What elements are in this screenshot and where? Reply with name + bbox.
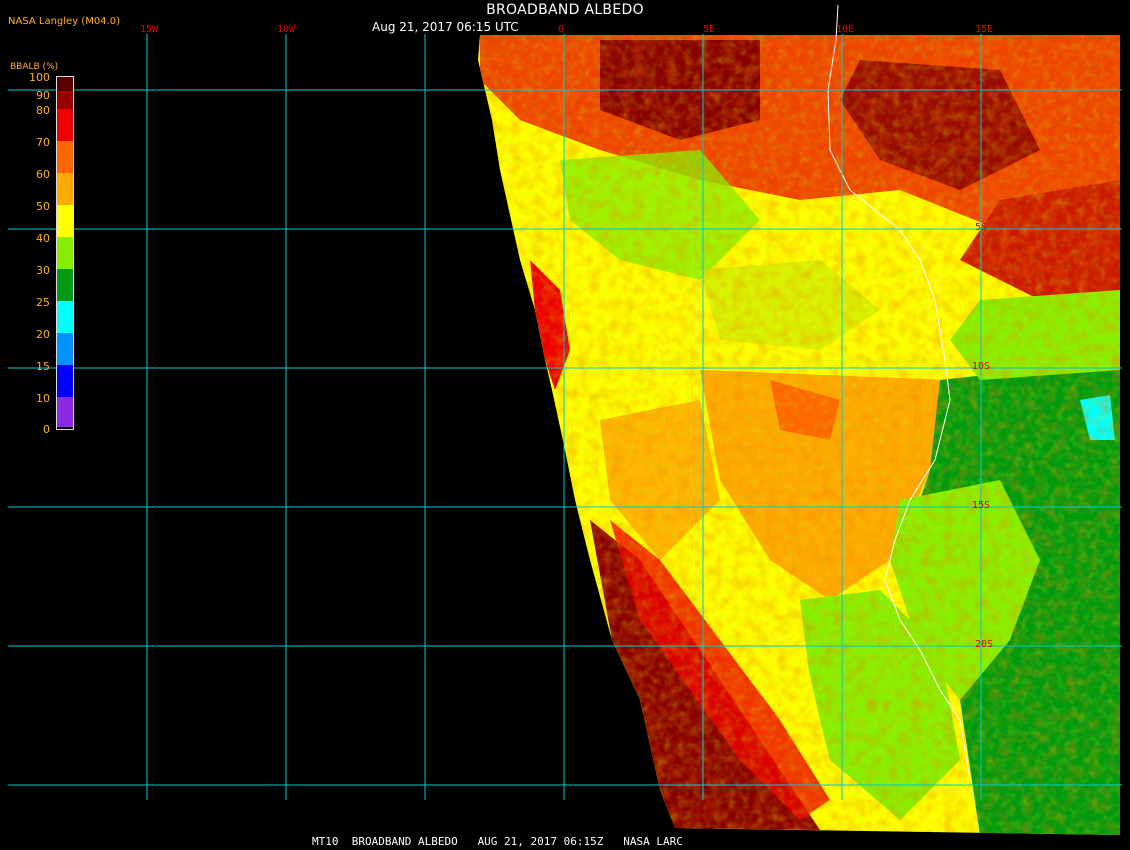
legend-swatch — [57, 237, 73, 269]
lat-label-5s: 5S — [975, 222, 988, 233]
legend-swatch — [57, 301, 73, 333]
legend-swatch — [57, 77, 73, 91]
legend-tick: 20 — [36, 328, 50, 341]
lon-label-15e: 15E — [975, 24, 994, 35]
producer-label: NASA Langley (M04.0) — [8, 16, 120, 27]
map-timestamp: Aug 21, 2017 06:15 UTC — [372, 20, 519, 34]
lat-label-0: 0 — [975, 83, 982, 94]
legend-tick: 15 — [36, 360, 50, 373]
lon-label-10e: 10E — [836, 24, 855, 35]
map-title: BROADBAND ALBEDO — [486, 2, 644, 18]
lon-label-5e: 5E — [703, 24, 716, 35]
legend-swatch — [57, 365, 73, 397]
legend-tick: 40 — [36, 232, 50, 245]
lat-label-20s: 20S — [975, 639, 994, 650]
legend-tick: 60 — [36, 168, 50, 181]
lat-label-15s: 15S — [972, 500, 991, 511]
footer-caption: MT10 BROADBAND ALBEDO AUG 21, 2017 06:15… — [312, 835, 683, 848]
legend-swatch — [57, 397, 73, 427]
legend-tick: 30 — [36, 264, 50, 277]
legend-swatch — [57, 205, 73, 237]
legend-tick: 90 — [36, 89, 50, 102]
legend-swatch — [57, 173, 73, 205]
legend-swatch — [57, 141, 73, 173]
legend-swatch — [57, 269, 73, 301]
legend-swatch — [57, 333, 73, 365]
legend-tick: 50 — [36, 200, 50, 213]
legend-tick: 100 — [29, 71, 50, 84]
lat-label-10s: 10S — [972, 361, 991, 372]
legend-tick: 70 — [36, 136, 50, 149]
lon-label-0: 0 — [558, 24, 565, 35]
legend-tick: 80 — [36, 104, 50, 117]
legend-tick: 0 — [43, 423, 50, 436]
albedo-field — [478, 35, 1120, 835]
color-legend — [56, 76, 74, 430]
lon-label-10w: 10W — [277, 24, 296, 35]
lon-label-15w: 15W — [140, 24, 159, 35]
legend-tick: 10 — [36, 392, 50, 405]
legend-swatch — [57, 91, 73, 109]
albedo-map — [8, 4, 1122, 835]
legend-swatch — [57, 109, 73, 141]
legend-tick: 25 — [36, 296, 50, 309]
